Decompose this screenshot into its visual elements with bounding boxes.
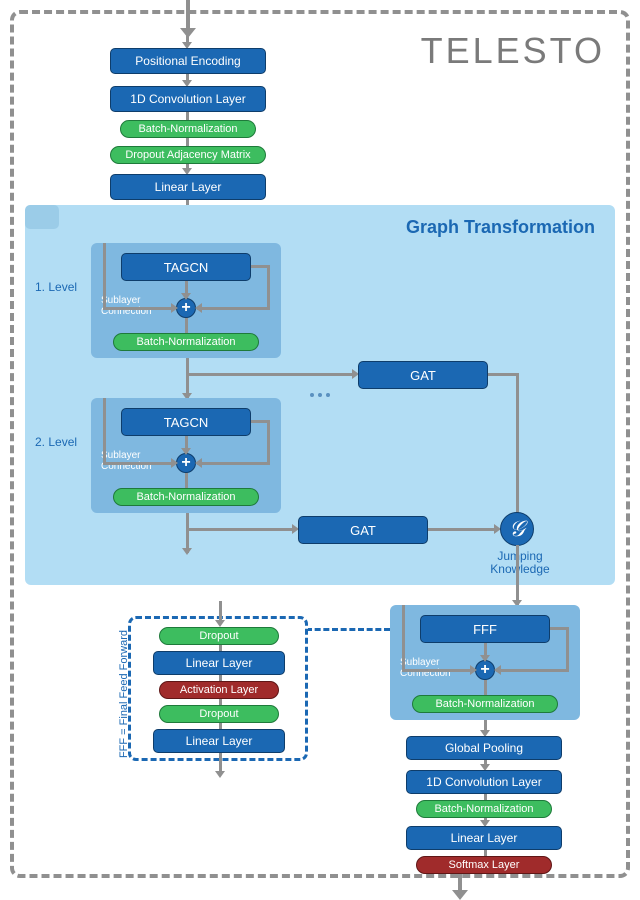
linear-block: Linear Layer — [110, 174, 266, 200]
arrowhead — [470, 665, 477, 675]
activation-block: Activation Layer — [159, 681, 279, 699]
arrowhead — [215, 620, 225, 627]
fff-definition-label: FFF = Final Feed Forward — [118, 630, 130, 758]
graph-transformation-panel: Graph Transformation 1. Level TAGCN Subl… — [25, 205, 615, 585]
jumping-knowledge-node: 𝒢 — [500, 512, 534, 546]
linear-block: Linear Layer — [406, 826, 562, 850]
arrowhead — [215, 771, 225, 778]
jumping-knowledge-label: Jumping Knowledge — [485, 550, 555, 576]
flow-line — [186, 112, 189, 120]
arrowhead — [494, 665, 501, 675]
sublayer-label: Sublayer Connection — [400, 657, 451, 679]
dropout-block: Dropout — [159, 705, 279, 723]
model-title: TELESTO — [421, 30, 605, 72]
global-pooling-block: Global Pooling — [406, 736, 562, 760]
conv1d-block: 1D Convolution Layer — [406, 770, 562, 794]
batch-norm-block: Batch-Normalization — [412, 695, 558, 713]
flow-line — [402, 605, 405, 671]
softmax-block: Softmax Layer — [416, 856, 552, 874]
flow-line — [566, 627, 569, 671]
batch-norm-block: Batch-Normalization — [120, 120, 256, 138]
flow-line — [496, 669, 569, 672]
linear-block: Linear Layer — [153, 651, 285, 675]
dashed-link — [306, 628, 390, 631]
jk-symbol: 𝒢 — [509, 516, 525, 542]
fff-panel: FFF Sublayer Connection + Batch-Normaliz… — [390, 605, 580, 720]
flow-line — [186, 138, 189, 146]
conv1d-block: 1D Convolution Layer — [110, 86, 266, 112]
positional-encoding-block: Positional Encoding — [110, 48, 266, 74]
flow-line — [402, 669, 474, 672]
ellipsis-block — [25, 205, 59, 229]
fff-detail-panel: Dropout Linear Layer Activation Layer Dr… — [128, 616, 308, 761]
dropout-adj-block: Dropout Adjacency Matrix — [110, 146, 266, 164]
residual-add-icon: + — [475, 660, 495, 680]
fff-block: FFF — [420, 615, 550, 643]
dropout-block: Dropout — [159, 627, 279, 645]
batch-norm-block: Batch-Normalization — [416, 800, 552, 818]
input-arrow — [186, 0, 190, 30]
arrowhead — [480, 655, 490, 662]
linear-block: Linear Layer — [153, 729, 285, 753]
flow-line — [516, 545, 519, 605]
flow-line — [484, 680, 487, 695]
